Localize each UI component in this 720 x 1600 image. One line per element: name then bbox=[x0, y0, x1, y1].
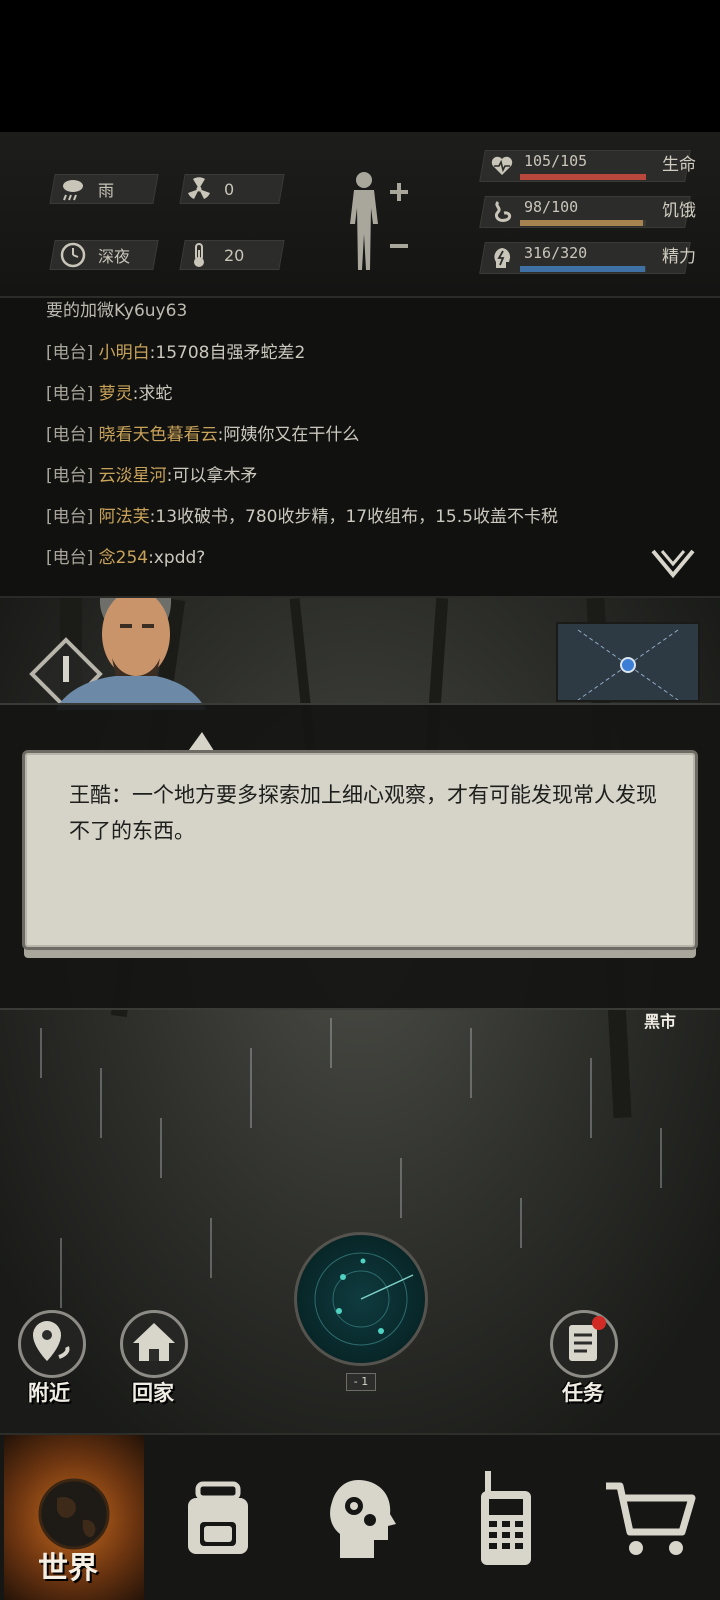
status-hud: 雨 0 深夜 20 105/105 生命 98/100 饥饿 316/320 精… bbox=[0, 132, 720, 298]
backpack-icon bbox=[188, 1481, 248, 1554]
chevron-down-icon[interactable] bbox=[650, 548, 696, 578]
body-status-icon[interactable] bbox=[340, 168, 416, 274]
health-bar bbox=[520, 174, 646, 180]
chat-partial-line: 要的加微Ky6uy63 bbox=[46, 301, 188, 321]
tasks-label: 任务 bbox=[562, 1381, 604, 1405]
rain-streak bbox=[400, 1158, 402, 1218]
radar-button[interactable] bbox=[294, 1232, 428, 1366]
energy-bar bbox=[520, 266, 646, 272]
rain-streak bbox=[160, 1118, 162, 1178]
radiation-value: 0 bbox=[224, 179, 235, 199]
nearby-button[interactable] bbox=[18, 1310, 86, 1378]
tasks-button[interactable] bbox=[550, 1310, 618, 1378]
home-label: 回家 bbox=[132, 1381, 174, 1405]
time-value: 深夜 bbox=[98, 247, 131, 266]
health-label: 生命 bbox=[662, 155, 696, 175]
location-pin-icon bbox=[33, 1321, 70, 1361]
chat-line: [电台] 阿法芙:13收破书，780收步精，17收组布，15.5收盖不卡税 bbox=[46, 507, 558, 527]
radar-level-badge: - 1 bbox=[346, 1373, 376, 1391]
energy-label: 精力 bbox=[662, 247, 696, 267]
hunger-value: 98/100 bbox=[524, 198, 579, 216]
home-icon bbox=[133, 1323, 175, 1361]
energy-head-icon bbox=[494, 248, 511, 268]
weather-indicator[interactable]: 雨 bbox=[60, 174, 114, 204]
chat-line: [电台] 萝灵:求蛇 bbox=[46, 384, 173, 404]
chat-line: [电台] 小明白:15708自强矛蛇差2 bbox=[46, 343, 306, 363]
nav-shop[interactable] bbox=[580, 1435, 720, 1600]
bottom-nav: 世界 bbox=[0, 1433, 720, 1600]
hunger-bar bbox=[520, 220, 646, 226]
rain-streak bbox=[660, 1128, 662, 1188]
walkie-talkie-icon bbox=[481, 1470, 531, 1565]
stomach-icon bbox=[494, 200, 512, 222]
hunger-label: 饥饿 bbox=[662, 201, 696, 221]
nav-skills[interactable] bbox=[292, 1435, 432, 1600]
rain-streak bbox=[470, 1028, 472, 1098]
npc-portrait bbox=[56, 598, 206, 710]
nav-radio[interactable] bbox=[436, 1435, 576, 1600]
rain-streak bbox=[590, 1058, 592, 1138]
rain-streak bbox=[520, 1198, 522, 1248]
notification-dot bbox=[592, 1316, 606, 1330]
rain-streak bbox=[40, 1028, 42, 1078]
head-gears-icon bbox=[330, 1479, 396, 1558]
temperature-indicator[interactable]: 20 bbox=[186, 240, 244, 270]
radar-sweep-icon bbox=[314, 1252, 414, 1346]
home-button[interactable] bbox=[120, 1310, 188, 1378]
dialog-box[interactable]: 王酷：一个地方要多探索加上细心观察，才有可能发现常人发现不了的东西。 bbox=[22, 750, 698, 950]
nav-world-label: 世界 bbox=[38, 1551, 98, 1586]
nearby-label: 附近 bbox=[28, 1381, 70, 1405]
chat-line: [电台] 晓看天色暮看云:阿姨你又在干什么 bbox=[46, 425, 360, 445]
stat-bar-fill bbox=[520, 266, 645, 272]
nav-backpack[interactable] bbox=[148, 1435, 288, 1600]
shopping-cart-icon bbox=[606, 1482, 696, 1555]
rain-streak bbox=[100, 1068, 102, 1138]
clock-icon bbox=[60, 242, 86, 268]
minimap-node-icon bbox=[577, 629, 679, 701]
heart-icon bbox=[491, 156, 513, 175]
chat-line: [电台] 念254:xpdd? bbox=[46, 548, 206, 568]
chat-line: [电台] 云淡星河:可以拿木矛 bbox=[46, 466, 258, 486]
weather-value: 雨 bbox=[98, 181, 115, 200]
health-value: 105/105 bbox=[524, 152, 588, 170]
black-market-label[interactable]: 黑市 bbox=[644, 1008, 676, 1032]
time-indicator[interactable]: 深夜 bbox=[60, 240, 130, 270]
nav-world[interactable]: 世界 bbox=[4, 1435, 144, 1600]
rain-streak bbox=[250, 1048, 252, 1128]
stat-bar-fill bbox=[520, 174, 646, 180]
temperature-value: 20 bbox=[224, 245, 245, 265]
radiation-indicator[interactable]: 0 bbox=[186, 174, 234, 204]
rain-streak bbox=[60, 1238, 62, 1308]
dialog-text: 王酷：一个地方要多探索加上细心观察，才有可能发现常人发现不了的东西。 bbox=[69, 783, 657, 843]
rain-streak bbox=[210, 1218, 212, 1278]
radio-chat-panel[interactable]: 要的加微Ky6uy63 [电台] 小明白:15708自强矛蛇差2 [电台] 萝灵… bbox=[0, 298, 720, 598]
energy-value: 316/320 bbox=[524, 244, 588, 262]
thermometer-icon bbox=[194, 243, 204, 267]
minimap[interactable] bbox=[556, 622, 700, 702]
rain-streak bbox=[330, 1018, 332, 1068]
radiation-icon bbox=[188, 177, 210, 199]
rain-cloud-icon bbox=[63, 180, 83, 201]
stat-bar-fill bbox=[520, 220, 644, 226]
